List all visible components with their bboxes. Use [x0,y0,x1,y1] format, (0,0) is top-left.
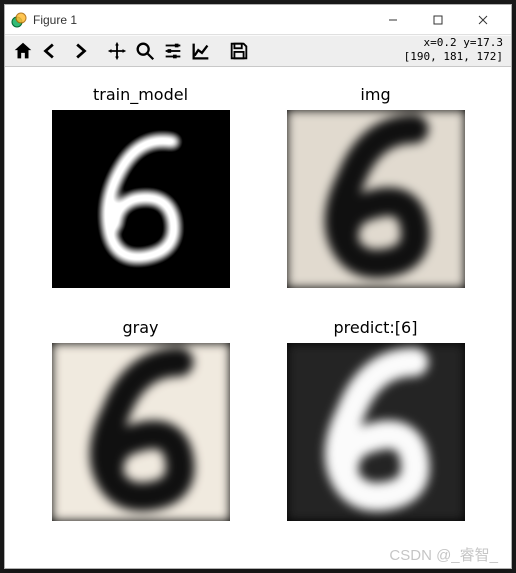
minimize-button[interactable] [370,5,415,35]
subplot-image [52,343,230,521]
coords-xy: x=0.2 y=17.3 [424,36,503,49]
figure-window: Figure 1 [4,4,512,569]
save-icon[interactable] [225,37,253,65]
subplot-img: img [268,85,483,306]
subplot-title: gray [122,318,158,337]
pan-icon[interactable] [103,37,131,65]
subplot-train-model: train_model [33,85,248,306]
subplot-title: train_model [93,85,188,104]
figure-canvas[interactable]: train_model img gra [5,67,511,568]
maximize-button[interactable] [415,5,460,35]
subplot-image [287,110,465,288]
configure-icon[interactable] [159,37,187,65]
back-icon[interactable] [37,37,65,65]
forward-icon[interactable] [65,37,93,65]
axes-icon[interactable] [187,37,215,65]
zoom-icon[interactable] [131,37,159,65]
cursor-coords: x=0.2 y=17.3 [190, 181, 172] [404,36,503,64]
subplot-title: img [360,85,390,104]
subplot-gray: gray [33,318,248,539]
coords-rgb: [190, 181, 172] [404,50,503,63]
window-title: Figure 1 [33,13,370,27]
mpl-toolbar: x=0.2 y=17.3 [190, 181, 172] [5,35,511,67]
close-button[interactable] [460,5,505,35]
subplot-title: predict:[6] [334,318,418,337]
home-icon[interactable] [9,37,37,65]
subplot-predict: predict:[6] [268,318,483,539]
titlebar[interactable]: Figure 1 [5,5,511,35]
app-icon [11,12,27,28]
subplot-image [287,343,465,521]
subplot-image [52,110,230,288]
